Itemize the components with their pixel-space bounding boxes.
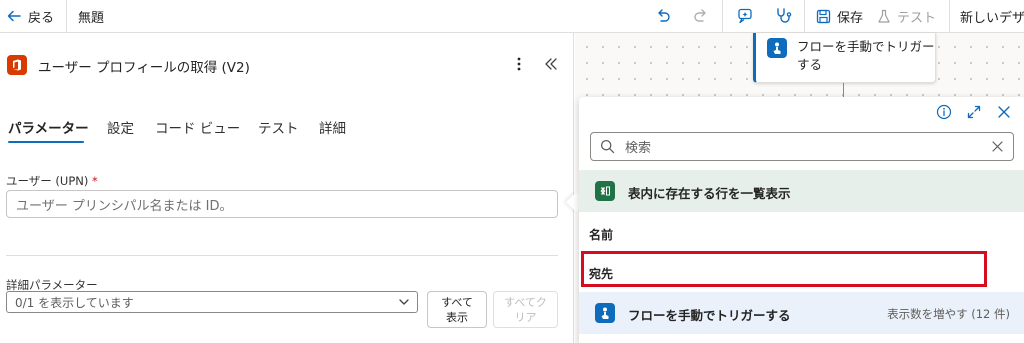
chevron-down-icon (397, 295, 411, 312)
new-designer-toggle[interactable]: 新しいデザ (960, 0, 1024, 32)
expand-icon (966, 104, 982, 120)
toolbar-divider (66, 0, 67, 32)
trigger-section-title: フローを手動でトリガーする (628, 308, 791, 323)
back-button[interactable]: 戻る (6, 0, 54, 32)
flow-connector (843, 83, 844, 97)
collapse-panel-button[interactable] (543, 56, 559, 76)
active-tab-indicator (8, 141, 84, 143)
panel-header: ユーザー プロフィールの取得 (V2) (0, 33, 574, 97)
clear-search-icon[interactable] (991, 140, 1004, 153)
advanced-params-value: 0/1 を表示しています (15, 295, 134, 310)
manual-trigger-icon (767, 38, 787, 58)
trigger-section-header[interactable]: フローを手動でトリガーする 表示数を増やす (12 件) (579, 292, 1024, 334)
upn-placeholder: ユーザー プリンシパル名または ID。 (16, 198, 233, 214)
clear-all-button[interactable]: すべてク リア (493, 291, 558, 328)
flow-name[interactable]: 無題 (78, 0, 104, 32)
save-label: 保存 (837, 10, 864, 26)
back-label: 戻る (28, 10, 55, 26)
stethoscope-icon (774, 7, 792, 25)
redo-button[interactable] (693, 0, 709, 32)
save-button[interactable]: 保存 (816, 0, 863, 32)
save-icon (816, 9, 831, 24)
show-all-button[interactable]: すべて 表示 (427, 291, 487, 328)
manual-trigger-icon (595, 303, 615, 323)
undo-button[interactable] (655, 0, 671, 32)
action-title: ユーザー プロフィールの取得 (V2) (38, 60, 250, 76)
double-chevron-left-icon (543, 56, 559, 72)
info-icon (936, 104, 952, 120)
action-config-panel: ユーザー プロフィールの取得 (V2) パラメーター 設定 コード ビュー テス… (0, 33, 574, 343)
tab-details[interactable]: 詳細 (319, 117, 346, 137)
undo-icon (655, 8, 671, 24)
upn-label-text: ユーザー (UPN) (6, 174, 89, 188)
top-toolbar: 戻る 無題 保存 テスト 新しいデザ (0, 0, 1024, 33)
more-options-button[interactable] (513, 55, 525, 77)
test-label: テスト (897, 10, 937, 26)
more-vertical-icon (513, 55, 525, 73)
test-button[interactable]: テスト (877, 0, 936, 32)
tab-parameters[interactable]: パラメーター (8, 117, 89, 137)
dynamic-item-name[interactable]: 名前 (589, 226, 613, 243)
new-designer-label: 新しいデザ (960, 10, 1024, 26)
close-popup-button[interactable] (996, 104, 1012, 124)
dynamic-content-search[interactable]: 検索 (590, 132, 1014, 161)
info-button[interactable] (936, 104, 952, 124)
upn-field-label: ユーザー (UPN) * (6, 173, 98, 189)
upn-input[interactable]: ユーザー プリンシパル名または ID。 (6, 190, 558, 218)
advanced-params-dropdown[interactable]: 0/1 を表示しています (6, 291, 418, 313)
redo-icon (693, 8, 709, 24)
trigger-card[interactable]: フローを手動でトリガーする (753, 33, 936, 83)
required-marker: * (92, 174, 98, 188)
excel-icon (595, 181, 615, 201)
search-placeholder: 検索 (625, 141, 652, 156)
show-more-link[interactable]: 表示数を増やす (12 件) (887, 306, 1010, 322)
tab-test[interactable]: テスト (258, 117, 299, 137)
trigger-card-label: フローを手動でトリガーする (797, 39, 935, 72)
search-icon (600, 139, 615, 154)
arrow-left-icon (6, 8, 22, 24)
section-divider (6, 255, 558, 256)
toolbar-divider (804, 0, 805, 32)
excel-section-title: 表内に存在する行を一覧表示 (628, 186, 791, 201)
tab-code-view[interactable]: コード ビュー (155, 117, 240, 137)
excel-section-header[interactable]: 表内に存在する行を一覧表示 (579, 170, 1024, 212)
panel-tabs: パラメーター 設定 コード ビュー テスト 詳細 (0, 113, 574, 143)
flask-icon (877, 9, 891, 24)
expand-button[interactable] (966, 104, 982, 124)
close-icon (996, 104, 1012, 120)
office365-icon (7, 55, 27, 75)
highlight-annotation (581, 251, 987, 287)
tab-settings[interactable]: 設定 (107, 117, 134, 137)
copilot-button[interactable] (736, 0, 754, 32)
flow-checker-button[interactable] (774, 0, 792, 32)
toolbar-divider (722, 0, 723, 32)
toolbar-divider (949, 0, 950, 32)
copilot-chat-icon (736, 7, 754, 25)
